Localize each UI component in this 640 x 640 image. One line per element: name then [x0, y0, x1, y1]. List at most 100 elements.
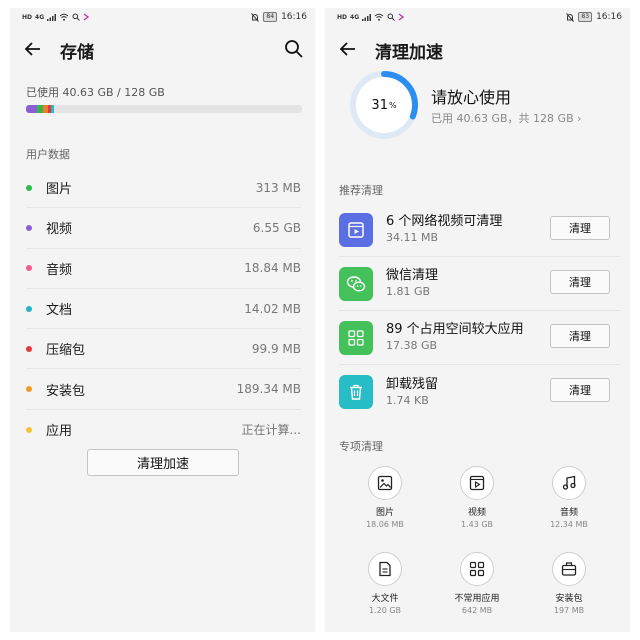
storage-bar-segment [50, 105, 54, 113]
recommend-item-web-videos[interactable]: 6 个网络视频可清理 34.11 MB 清理 [339, 203, 620, 257]
special-size: 12.34 MB [550, 520, 588, 529]
clean-button[interactable]: 清理 [550, 378, 610, 402]
recommend-size: 1.81 GB [386, 285, 431, 298]
special-item-installers[interactable]: 安装包 197 MB [523, 552, 615, 632]
category-dot [26, 386, 32, 393]
cleaner-screen: HD 4G 83 16:16 清理加速 31% 请放心使用 已用 40.63 G… [325, 8, 630, 632]
storage-screen: HD 4G 84 16:16 存储 已使用 40.63 GB / 128 GB … [10, 8, 315, 632]
clean-button[interactable]: 清理 [550, 324, 610, 348]
section-user-data-label: 用户数据 [26, 148, 70, 161]
recommend-section-label: 推荐清理 [339, 184, 383, 197]
category-item-audio[interactable]: 音频 18.84 MB [26, 249, 301, 289]
status-bar: HD 4G 84 16:16 [10, 8, 315, 26]
recommend-size: 17.38 GB [386, 339, 438, 352]
special-label: 音频 [559, 508, 578, 518]
clock: 16:16 [281, 12, 307, 22]
category-name: 应用 [46, 424, 73, 440]
video-icon [339, 212, 373, 247]
app-bar: 存储 [10, 30, 315, 70]
category-item-videos[interactable]: 视频 6.55 GB [26, 208, 301, 249]
category-size: 6.55 GB [252, 220, 301, 235]
music-icon [552, 466, 586, 500]
recommend-size: 1.74 KB [386, 393, 429, 407]
mute-icon [566, 12, 575, 22]
special-size: 197 MB [553, 606, 585, 615]
category-name: 图片 [46, 182, 73, 198]
search-icon[interactable] [283, 38, 305, 60]
special-item-large-files[interactable]: 大文件 1.20 GB [339, 552, 431, 632]
special-clean-grid: 图片 18.06 MB 视频 1.43 GB 音频 12.34 MB 大文件 1… [339, 466, 615, 632]
category-dot [26, 224, 32, 231]
clean-button[interactable]: 清理 [550, 216, 610, 240]
apps-grid-icon [339, 320, 373, 355]
signal-type-label: 4G [350, 13, 360, 21]
back-arrow-icon[interactable] [339, 40, 367, 61]
category-item-images[interactable]: 图片 313 MB [26, 168, 301, 209]
battery-indicator: 84 [263, 12, 278, 22]
file-icon [368, 552, 402, 586]
clean-accelerate-button[interactable]: 清理加速 [87, 449, 239, 476]
mute-icon [251, 12, 260, 22]
special-section-label: 专项清理 [339, 440, 383, 453]
recommend-item-wechat[interactable]: 微信清理 1.81 GB 清理 [339, 257, 620, 311]
category-size: 14.02 MB [244, 301, 301, 316]
category-size: 189.34 MB [236, 382, 301, 397]
network-type-label: HD [22, 13, 33, 21]
special-label: 安装包 [555, 594, 583, 604]
special-item-audio[interactable]: 音频 12.34 MB [523, 466, 615, 546]
special-label: 不常用应用 [454, 594, 500, 604]
category-name: 音频 [46, 262, 73, 278]
category-dot [26, 345, 32, 352]
status-bar: HD 4G 83 16:16 [325, 8, 630, 26]
notification-arrow-icon [83, 13, 90, 21]
usage-percent-unit: % [388, 100, 397, 110]
clock: 16:16 [596, 12, 622, 22]
category-size: 313 MB [255, 180, 301, 195]
storage-usage-text: 已使用 40.63 GB / 128 GB [26, 86, 165, 99]
video-icon [460, 466, 494, 500]
special-item-unused-apps[interactable]: 不常用应用 642 MB [431, 552, 523, 632]
search-status-icon [387, 13, 395, 21]
battery-indicator: 83 [578, 12, 593, 22]
category-size: 99.9 MB [251, 341, 301, 356]
recommend-title: 微信清理 [386, 268, 439, 283]
special-item-videos[interactable]: 视频 1.43 GB [431, 466, 523, 546]
page-title: 清理加速 [375, 42, 443, 63]
category-name: 安装包 [46, 383, 86, 399]
category-size: 正在计算... [241, 423, 301, 438]
category-item-documents[interactable]: 文档 14.02 MB [26, 289, 301, 330]
category-item-archives[interactable]: 压缩包 99.9 MB [26, 329, 301, 370]
recommend-title: 89 个占用空间较大应用 [386, 322, 524, 337]
special-size: 18.06 MB [366, 520, 404, 529]
category-name: 压缩包 [46, 343, 86, 359]
category-item-apps[interactable]: 应用 正在计算... [26, 410, 301, 450]
special-size: 1.43 GB [460, 520, 494, 529]
recommend-list: 6 个网络视频可清理 34.11 MB 清理 微信清理 1.81 GB 清理 8… [339, 203, 620, 419]
category-dot [26, 426, 32, 433]
usage-percent-value: 31 [371, 97, 388, 113]
special-item-images[interactable]: 图片 18.06 MB [339, 466, 431, 546]
summary-usage-link[interactable]: 已用 40.63 GB，共 128 GB › [431, 110, 582, 126]
search-status-icon [72, 13, 80, 21]
usage-percent: 31% [349, 70, 419, 140]
summary-title: 请放心使用 [431, 88, 512, 107]
recommend-title: 6 个网络视频可清理 [386, 214, 503, 229]
category-dot [26, 265, 32, 272]
wifi-icon [374, 13, 384, 21]
clean-button[interactable]: 清理 [550, 270, 610, 294]
category-list: 图片 313 MB 视频 6.55 GB 音频 18.84 MB 文档 14.0… [10, 168, 315, 450]
wifi-icon [59, 13, 69, 21]
package-icon [552, 552, 586, 586]
storage-bar-segment [26, 105, 38, 113]
category-name: 视频 [46, 222, 73, 238]
back-arrow-icon[interactable] [24, 40, 52, 61]
recommend-size: 34.11 MB [386, 231, 439, 244]
category-item-installers[interactable]: 安装包 189.34 MB [26, 369, 301, 410]
trash-icon [339, 375, 373, 409]
signal-icon [47, 13, 57, 21]
recommend-item-large-apps[interactable]: 89 个占用空间较大应用 17.38 GB 清理 [339, 311, 620, 365]
category-size: 18.84 MB [244, 261, 301, 276]
storage-usage-bar [26, 105, 302, 113]
apps-grid-icon [460, 552, 494, 586]
recommend-item-uninstall-residue[interactable]: 卸载残留 1.74 KB 清理 [339, 365, 620, 419]
